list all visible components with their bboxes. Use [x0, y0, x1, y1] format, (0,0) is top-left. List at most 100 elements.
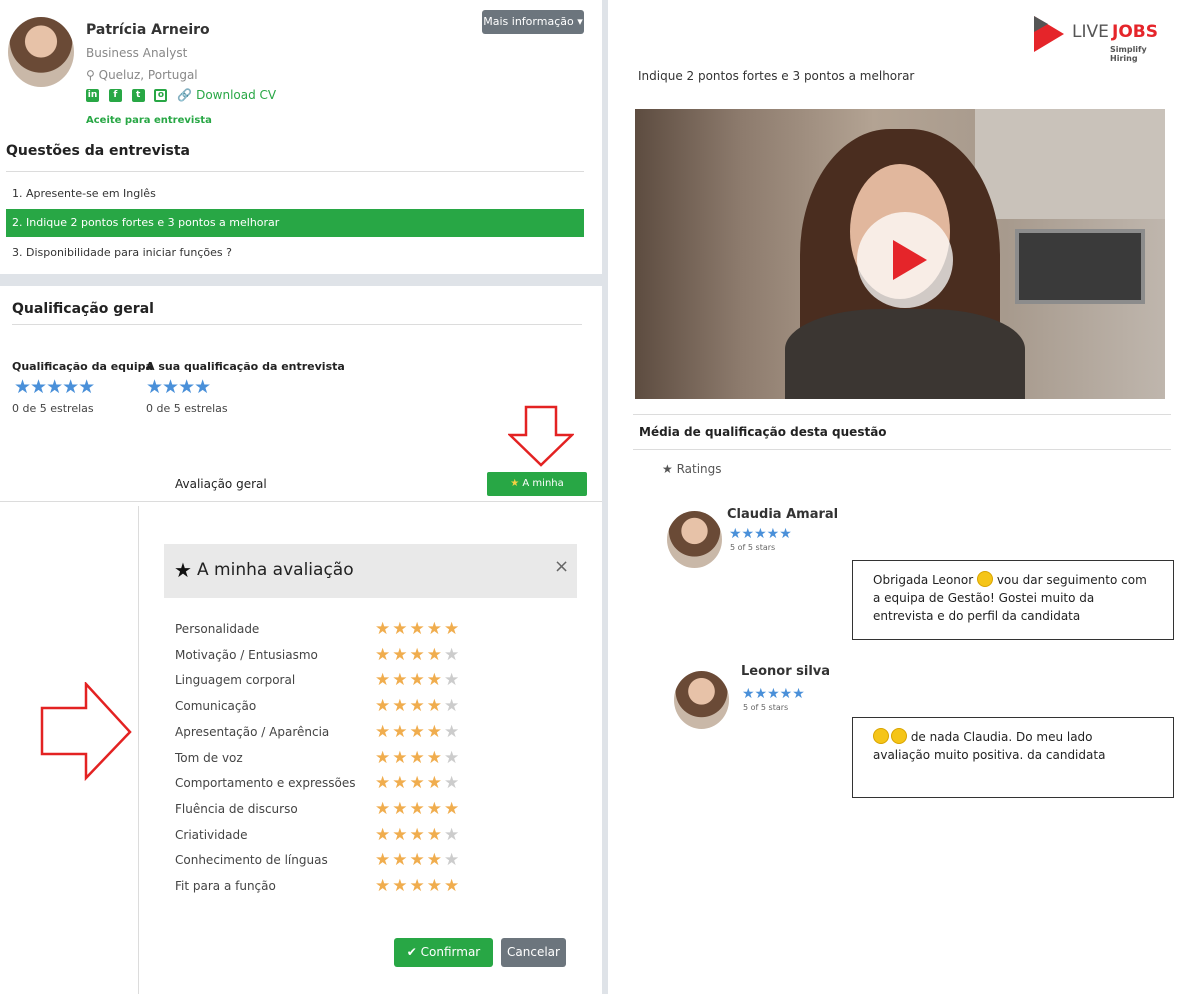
- my-rating-stars[interactable]: ★★★★: [146, 377, 211, 397]
- star-icon[interactable]: ★: [410, 850, 427, 870]
- star-icon[interactable]: ★: [392, 799, 409, 819]
- comment-box: Obrigada Leonor vou dar seguimento com a…: [852, 560, 1174, 640]
- criterion-star-rating[interactable]: ★★★★★: [375, 644, 461, 666]
- criterion-star-rating[interactable]: ★★★★★: [375, 849, 461, 871]
- criterion-star-rating[interactable]: ★★★★★: [375, 669, 461, 691]
- star-icon[interactable]: ★: [375, 645, 392, 665]
- divider: [6, 171, 584, 172]
- download-cv-link[interactable]: Download CV: [196, 88, 276, 102]
- instagram-icon[interactable]: o: [154, 89, 168, 102]
- question-item-1[interactable]: 1. Apresente-se em Inglês: [6, 180, 584, 208]
- star-icon[interactable]: ★: [427, 876, 444, 896]
- star-icon[interactable]: ★: [427, 850, 444, 870]
- down-arrow-annotation: [508, 405, 574, 467]
- star-icon[interactable]: ★: [375, 722, 392, 742]
- criterion-row: Conhecimento de línguas ★★★★★: [175, 849, 475, 871]
- facebook-icon[interactable]: f: [108, 89, 122, 102]
- reviewer-stars: ★★★★★: [729, 526, 792, 542]
- star-icon[interactable]: ★: [427, 722, 444, 742]
- star-icon[interactable]: ★: [392, 876, 409, 896]
- candidate-role: Business Analyst: [86, 46, 188, 60]
- star-icon[interactable]: ★: [444, 696, 461, 716]
- star-icon[interactable]: ★: [444, 670, 461, 690]
- star-icon[interactable]: ★: [444, 748, 461, 768]
- star-icon[interactable]: ★: [375, 773, 392, 793]
- star-icon[interactable]: ★: [410, 773, 427, 793]
- star-icon[interactable]: ★: [392, 696, 409, 716]
- star-icon[interactable]: ★: [410, 696, 427, 716]
- play-button[interactable]: [857, 212, 953, 308]
- star-icon[interactable]: ★: [392, 850, 409, 870]
- linkedin-icon[interactable]: in: [86, 89, 99, 102]
- cancel-button[interactable]: Cancelar: [501, 938, 566, 967]
- star-icon[interactable]: ★: [392, 722, 409, 742]
- star-icon[interactable]: ★: [427, 773, 444, 793]
- star-icon[interactable]: ★: [392, 670, 409, 690]
- candidate-avatar: [8, 17, 74, 87]
- star-icon[interactable]: ★: [444, 876, 461, 896]
- star-icon[interactable]: ★: [427, 825, 444, 845]
- star-icon[interactable]: ★: [375, 850, 392, 870]
- star-icon[interactable]: ★: [444, 619, 461, 639]
- star-icon[interactable]: ★: [427, 670, 444, 690]
- question-item-2[interactable]: 2. Indique 2 pontos fortes e 3 pontos a …: [6, 209, 584, 237]
- star-icon[interactable]: ★: [410, 799, 427, 819]
- criterion-star-rating[interactable]: ★★★★★: [375, 618, 461, 640]
- star-icon[interactable]: ★: [444, 722, 461, 742]
- reviewer-name: Claudia Amaral: [727, 507, 839, 522]
- reviewer-avatar-claudia: [667, 511, 722, 568]
- star-icon[interactable]: ★: [375, 670, 392, 690]
- team-rating-value: 0 de 5 estrelas: [12, 402, 94, 415]
- star-icon[interactable]: ★: [375, 696, 392, 716]
- star-icon[interactable]: ★: [392, 748, 409, 768]
- criterion-star-rating[interactable]: ★★★★★: [375, 695, 461, 717]
- star-icon[interactable]: ★: [410, 645, 427, 665]
- star-icon[interactable]: ★: [392, 645, 409, 665]
- criterion-star-rating[interactable]: ★★★★★: [375, 824, 461, 846]
- star-icon[interactable]: ★: [444, 850, 461, 870]
- star-icon[interactable]: ★: [375, 619, 392, 639]
- star-icon[interactable]: ★: [427, 645, 444, 665]
- star-icon[interactable]: ★: [375, 748, 392, 768]
- close-icon[interactable]: ×: [554, 556, 569, 577]
- star-icon[interactable]: ★: [444, 825, 461, 845]
- star-icon[interactable]: ★: [410, 722, 427, 742]
- star-icon[interactable]: ★: [375, 799, 392, 819]
- play-logo-icon: [1034, 16, 1064, 52]
- star-icon[interactable]: ★: [392, 773, 409, 793]
- star-icon[interactable]: ★: [410, 619, 427, 639]
- comment-box: de nada Claudia. Do meu lado avaliação m…: [852, 717, 1174, 798]
- star-icon[interactable]: ★: [410, 670, 427, 690]
- more-info-button[interactable]: Mais informação ▾: [482, 10, 584, 34]
- star-icon[interactable]: ★: [427, 619, 444, 639]
- star-icon[interactable]: ★: [392, 825, 409, 845]
- star-icon[interactable]: ★: [375, 825, 392, 845]
- star-icon[interactable]: ★: [427, 799, 444, 819]
- play-icon: [893, 240, 927, 280]
- star-icon[interactable]: ★: [392, 619, 409, 639]
- twitter-icon[interactable]: t: [131, 89, 145, 102]
- question-item-3[interactable]: 3. Disponibilidade para iniciar funções …: [6, 239, 584, 267]
- criterion-star-rating[interactable]: ★★★★★: [375, 721, 461, 743]
- star-icon[interactable]: ★: [427, 696, 444, 716]
- criterion-star-rating[interactable]: ★★★★★: [375, 772, 461, 794]
- criterion-star-rating[interactable]: ★★★★★: [375, 747, 461, 769]
- video-player[interactable]: [635, 109, 1165, 399]
- star-icon[interactable]: ★: [444, 773, 461, 793]
- criterion-row: Comportamento e expressões ★★★★★: [175, 772, 475, 794]
- star-icon[interactable]: ★: [375, 876, 392, 896]
- confirm-button[interactable]: ✔ Confirmar: [394, 938, 493, 967]
- star-icon[interactable]: ★: [444, 645, 461, 665]
- criterion-star-rating[interactable]: ★★★★★: [375, 798, 461, 820]
- criterion-star-rating[interactable]: ★★★★★: [375, 875, 461, 897]
- star-icon[interactable]: ★: [410, 748, 427, 768]
- star-icon[interactable]: ★: [410, 825, 427, 845]
- team-rating-label: Qualificação da equipa: [12, 360, 153, 373]
- vertical-rule: [138, 506, 139, 994]
- star-icon[interactable]: ★: [427, 748, 444, 768]
- star-icon[interactable]: ★: [410, 876, 427, 896]
- left-panel: Patrícia Arneiro Business Analyst ⚲ Quel…: [0, 0, 602, 994]
- my-evaluation-button[interactable]: ★ A minha avaliação: [487, 472, 587, 513]
- star-icon[interactable]: ★: [444, 799, 461, 819]
- divider: [633, 449, 1171, 450]
